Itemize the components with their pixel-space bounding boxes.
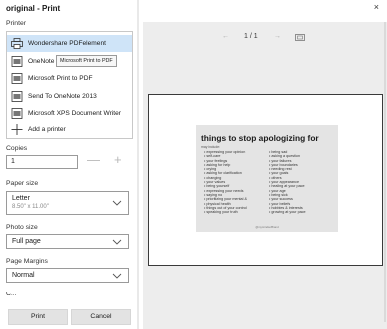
printer-label: Printer — [6, 20, 27, 27]
chevron-down-icon — [112, 273, 122, 279]
margins-label: Page Margins — [6, 258, 48, 265]
printer-item-label: OneNote — [28, 58, 55, 65]
chevron-down-icon — [112, 200, 122, 206]
preview-scrollbar[interactable] — [384, 22, 386, 322]
printer-item-label: Wondershare PDFelement — [28, 40, 106, 47]
increment-button[interactable]: + — [114, 152, 122, 167]
next-page-button[interactable]: → — [274, 33, 281, 40]
printer-icon — [11, 91, 23, 102]
card-title: things to stop apologizing for — [201, 133, 319, 143]
copies-label: Copies — [6, 145, 28, 152]
fit-page-icon[interactable] — [295, 34, 305, 41]
photo-size-value: Full page — [12, 238, 41, 245]
card-subtitle: may include: — [201, 145, 221, 149]
margins-value: Normal — [12, 272, 35, 279]
tooltip: Microsoft Print to PDF — [56, 55, 117, 67]
printer-icon — [11, 38, 23, 49]
printer-icon — [11, 73, 23, 84]
preview-page: things to stop apologizing for may inclu… — [148, 94, 383, 266]
paper-size-value: Letter — [12, 195, 30, 202]
margins-select[interactable]: Normal — [6, 268, 129, 283]
paper-size-detail: 8.50" x 11.00" — [12, 204, 49, 210]
plus-icon — [11, 124, 23, 135]
settings-panel: Printer Wondershare PDFelement OneNote M… — [0, 0, 138, 329]
printer-icon — [11, 108, 23, 119]
printer-icon — [11, 56, 23, 67]
prev-page-button[interactable]: ← — [222, 33, 229, 40]
printer-item-label: Microsoft Print to PDF — [28, 75, 93, 82]
page-indicator: 1 / 1 — [244, 33, 258, 40]
chevron-down-icon — [112, 239, 122, 245]
card-column-right: being sad asking a question your failure… — [269, 150, 305, 214]
paper-size-label: Paper size — [6, 180, 39, 187]
list-item: growing at your pace — [269, 210, 305, 214]
photo-size-label: Photo size — [6, 224, 38, 231]
card-footer: @mymindsoffhand — [255, 225, 279, 229]
close-icon[interactable]: × — [374, 2, 379, 12]
preview-card: things to stop apologizing for may inclu… — [196, 125, 338, 232]
copies-input[interactable]: 1 — [6, 155, 78, 169]
paper-size-select[interactable]: Letter 8.50" x 11.00" — [6, 191, 129, 215]
printer-item-send-to-onenote[interactable]: Send To OneNote 2013 — [7, 88, 132, 105]
add-printer-label: Add a printer — [28, 126, 66, 133]
cut-label: C... — [6, 292, 17, 296]
printer-item-label: Microsoft XPS Document Writer — [28, 110, 121, 117]
printer-item-xps-writer[interactable]: Microsoft XPS Document Writer — [7, 105, 132, 122]
photo-size-select[interactable]: Full page — [6, 234, 129, 249]
printer-item-print-to-pdf[interactable]: Microsoft Print to PDF — [7, 70, 132, 87]
list-item: prioritizing your mental & — [204, 197, 247, 201]
card-column-left: expressing your opinion self-care your f… — [204, 150, 247, 214]
printer-list: Wondershare PDFelement OneNote Microsoft… — [6, 31, 133, 139]
print-button[interactable]: Print — [8, 309, 68, 325]
cancel-button[interactable]: Cancel — [71, 309, 131, 325]
decrement-button[interactable]: — — [87, 152, 100, 167]
printer-item-wondershare[interactable]: Wondershare PDFelement — [7, 35, 132, 52]
printer-item-label: Send To OneNote 2013 — [28, 93, 97, 100]
list-item: speaking your truth — [204, 210, 247, 214]
settings-scrollbar[interactable] — [137, 0, 139, 329]
add-printer-button[interactable]: Add a printer — [7, 121, 132, 138]
